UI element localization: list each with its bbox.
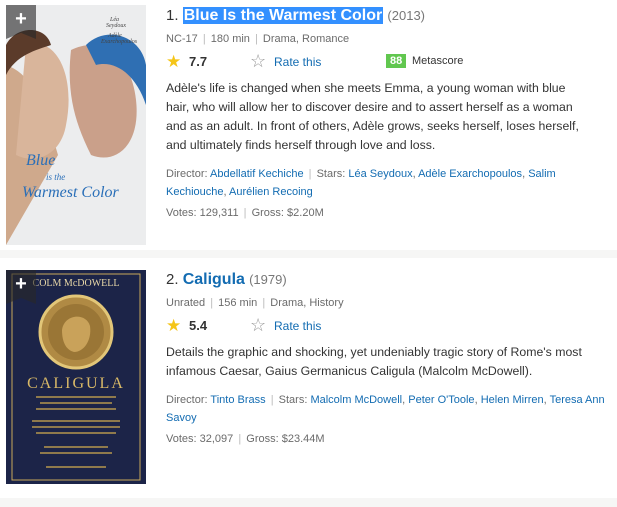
runtime: 180 min [210, 33, 250, 45]
star-link[interactable]: Helen Mirren [481, 394, 544, 406]
title-link[interactable]: Caligula [183, 271, 245, 288]
item-year: (1979) [249, 272, 287, 287]
divider: | [243, 207, 247, 219]
svg-text:Seydoux: Seydoux [106, 23, 126, 29]
divider: | [270, 394, 274, 406]
list-item: Léa Seydoux Adèle Exarchopoulos Blue is … [0, 0, 617, 250]
item-index: 1. [166, 7, 179, 24]
credits: Director: Tinto Brass | Stars: Malcolm M… [166, 394, 605, 424]
gross-label: Gross: [251, 207, 284, 219]
item-meta: NC-17 | 180 min | Drama, Romance [166, 33, 609, 45]
ratings-bar: ★ 7.7 ☆ Rate this 88 Metascore [166, 52, 609, 73]
gross-label: Gross: [246, 433, 279, 445]
votes-label: Votes: [166, 207, 197, 219]
item-index: 2. [166, 271, 179, 288]
credits: Director: Abdellatif Kechiche | Stars: L… [166, 168, 556, 198]
star-link[interactable]: Adèle Exarchopoulos [418, 168, 522, 180]
metascore-label: Metascore [412, 55, 464, 67]
divider: | [308, 168, 312, 180]
item-content: 2. Caligula (1979) Unrated | 156 min | D… [166, 270, 609, 445]
votes-gross: Votes: 32,097 | Gross: $23.44M [166, 433, 609, 445]
stars-label: Stars: [316, 168, 346, 180]
director-link[interactable]: Abdellatif Kechiche [210, 168, 304, 180]
item-content: 1. Blue Is the Warmest Color (2013) NC-1… [166, 6, 609, 219]
runtime: 156 min [218, 297, 258, 309]
divider: | [238, 433, 242, 445]
item-meta: Unrated | 156 min | Drama, History [166, 297, 609, 309]
poster-image[interactable]: COLM McDOWELL CALIGULA [6, 270, 146, 484]
item-header: 1. Blue Is the Warmest Color (2013) [166, 6, 609, 26]
imdb-rating: 5.4 [189, 318, 208, 333]
director-label: Director: [166, 394, 208, 406]
certificate: Unrated [166, 297, 206, 309]
star-icon: ★ [166, 52, 182, 71]
votes-count: 32,097 [199, 433, 234, 445]
plus-icon: + [15, 8, 27, 30]
item-separator [0, 498, 617, 507]
director-link[interactable]: Tinto Brass [210, 394, 265, 406]
stars-label: Stars: [278, 394, 308, 406]
genre: Drama, History [270, 297, 344, 309]
plus-icon: + [15, 273, 27, 295]
divider: | [202, 33, 206, 45]
svg-text:Exarchopoulos: Exarchopoulos [100, 39, 138, 45]
votes-label: Votes: [166, 433, 197, 445]
divider: | [210, 297, 214, 309]
list-item: COLM McDOWELL CALIGULA + 2. Caligula (19… [0, 258, 617, 498]
rate-star-icon[interactable]: ☆ [250, 52, 266, 70]
plot-summary: Details the graphic and shocking, yet un… [166, 345, 582, 378]
svg-text:CALIGULA: CALIGULA [27, 375, 125, 392]
gross-amount: $23.44M [281, 433, 325, 445]
certificate: NC-17 [166, 33, 198, 45]
results-list: Léa Seydoux Adèle Exarchopoulos Blue is … [0, 0, 617, 507]
star-icon: ★ [166, 316, 182, 335]
star-link[interactable]: Malcolm McDowell [310, 394, 402, 406]
rate-this-link[interactable]: Rate this [274, 319, 321, 333]
star-link[interactable]: Peter O'Toole [408, 394, 474, 406]
votes-gross: Votes: 129,311 | Gross: $2.20M [166, 207, 609, 219]
poster-art: Léa Seydoux Adèle Exarchopoulos Blue is … [6, 5, 146, 245]
rate-star-icon[interactable]: ☆ [250, 316, 266, 334]
votes-count: 129,311 [199, 207, 239, 219]
poster-art: COLM McDOWELL CALIGULA [6, 270, 146, 484]
svg-text:Warmest Color: Warmest Color [22, 184, 120, 201]
plot-summary: Adèle's life is changed when she meets E… [166, 81, 579, 152]
title-link[interactable]: Blue Is the Warmest Color [182, 7, 384, 24]
rate-this-link[interactable]: Rate this [274, 55, 321, 69]
item-year: (2013) [387, 8, 425, 23]
ratings-bar: ★ 5.4 ☆ Rate this [166, 316, 609, 337]
svg-text:is the: is the [46, 172, 65, 182]
item-header: 2. Caligula (1979) [166, 270, 609, 290]
divider: | [262, 297, 266, 309]
metascore-badge: 88 [386, 54, 407, 68]
gross-amount: $2.20M [287, 207, 324, 219]
star-link[interactable]: Léa Seydoux [348, 168, 412, 180]
divider: | [254, 33, 258, 45]
director-label: Director: [166, 168, 208, 180]
svg-text:COLM McDOWELL: COLM McDOWELL [33, 278, 120, 289]
item-separator [0, 250, 617, 258]
imdb-rating: 7.7 [189, 54, 208, 69]
genre: Drama, Romance [262, 33, 350, 45]
svg-text:Blue: Blue [26, 152, 55, 169]
star-link[interactable]: Aurélien Recoing [229, 186, 313, 198]
poster-image[interactable]: Léa Seydoux Adèle Exarchopoulos Blue is … [6, 5, 146, 245]
